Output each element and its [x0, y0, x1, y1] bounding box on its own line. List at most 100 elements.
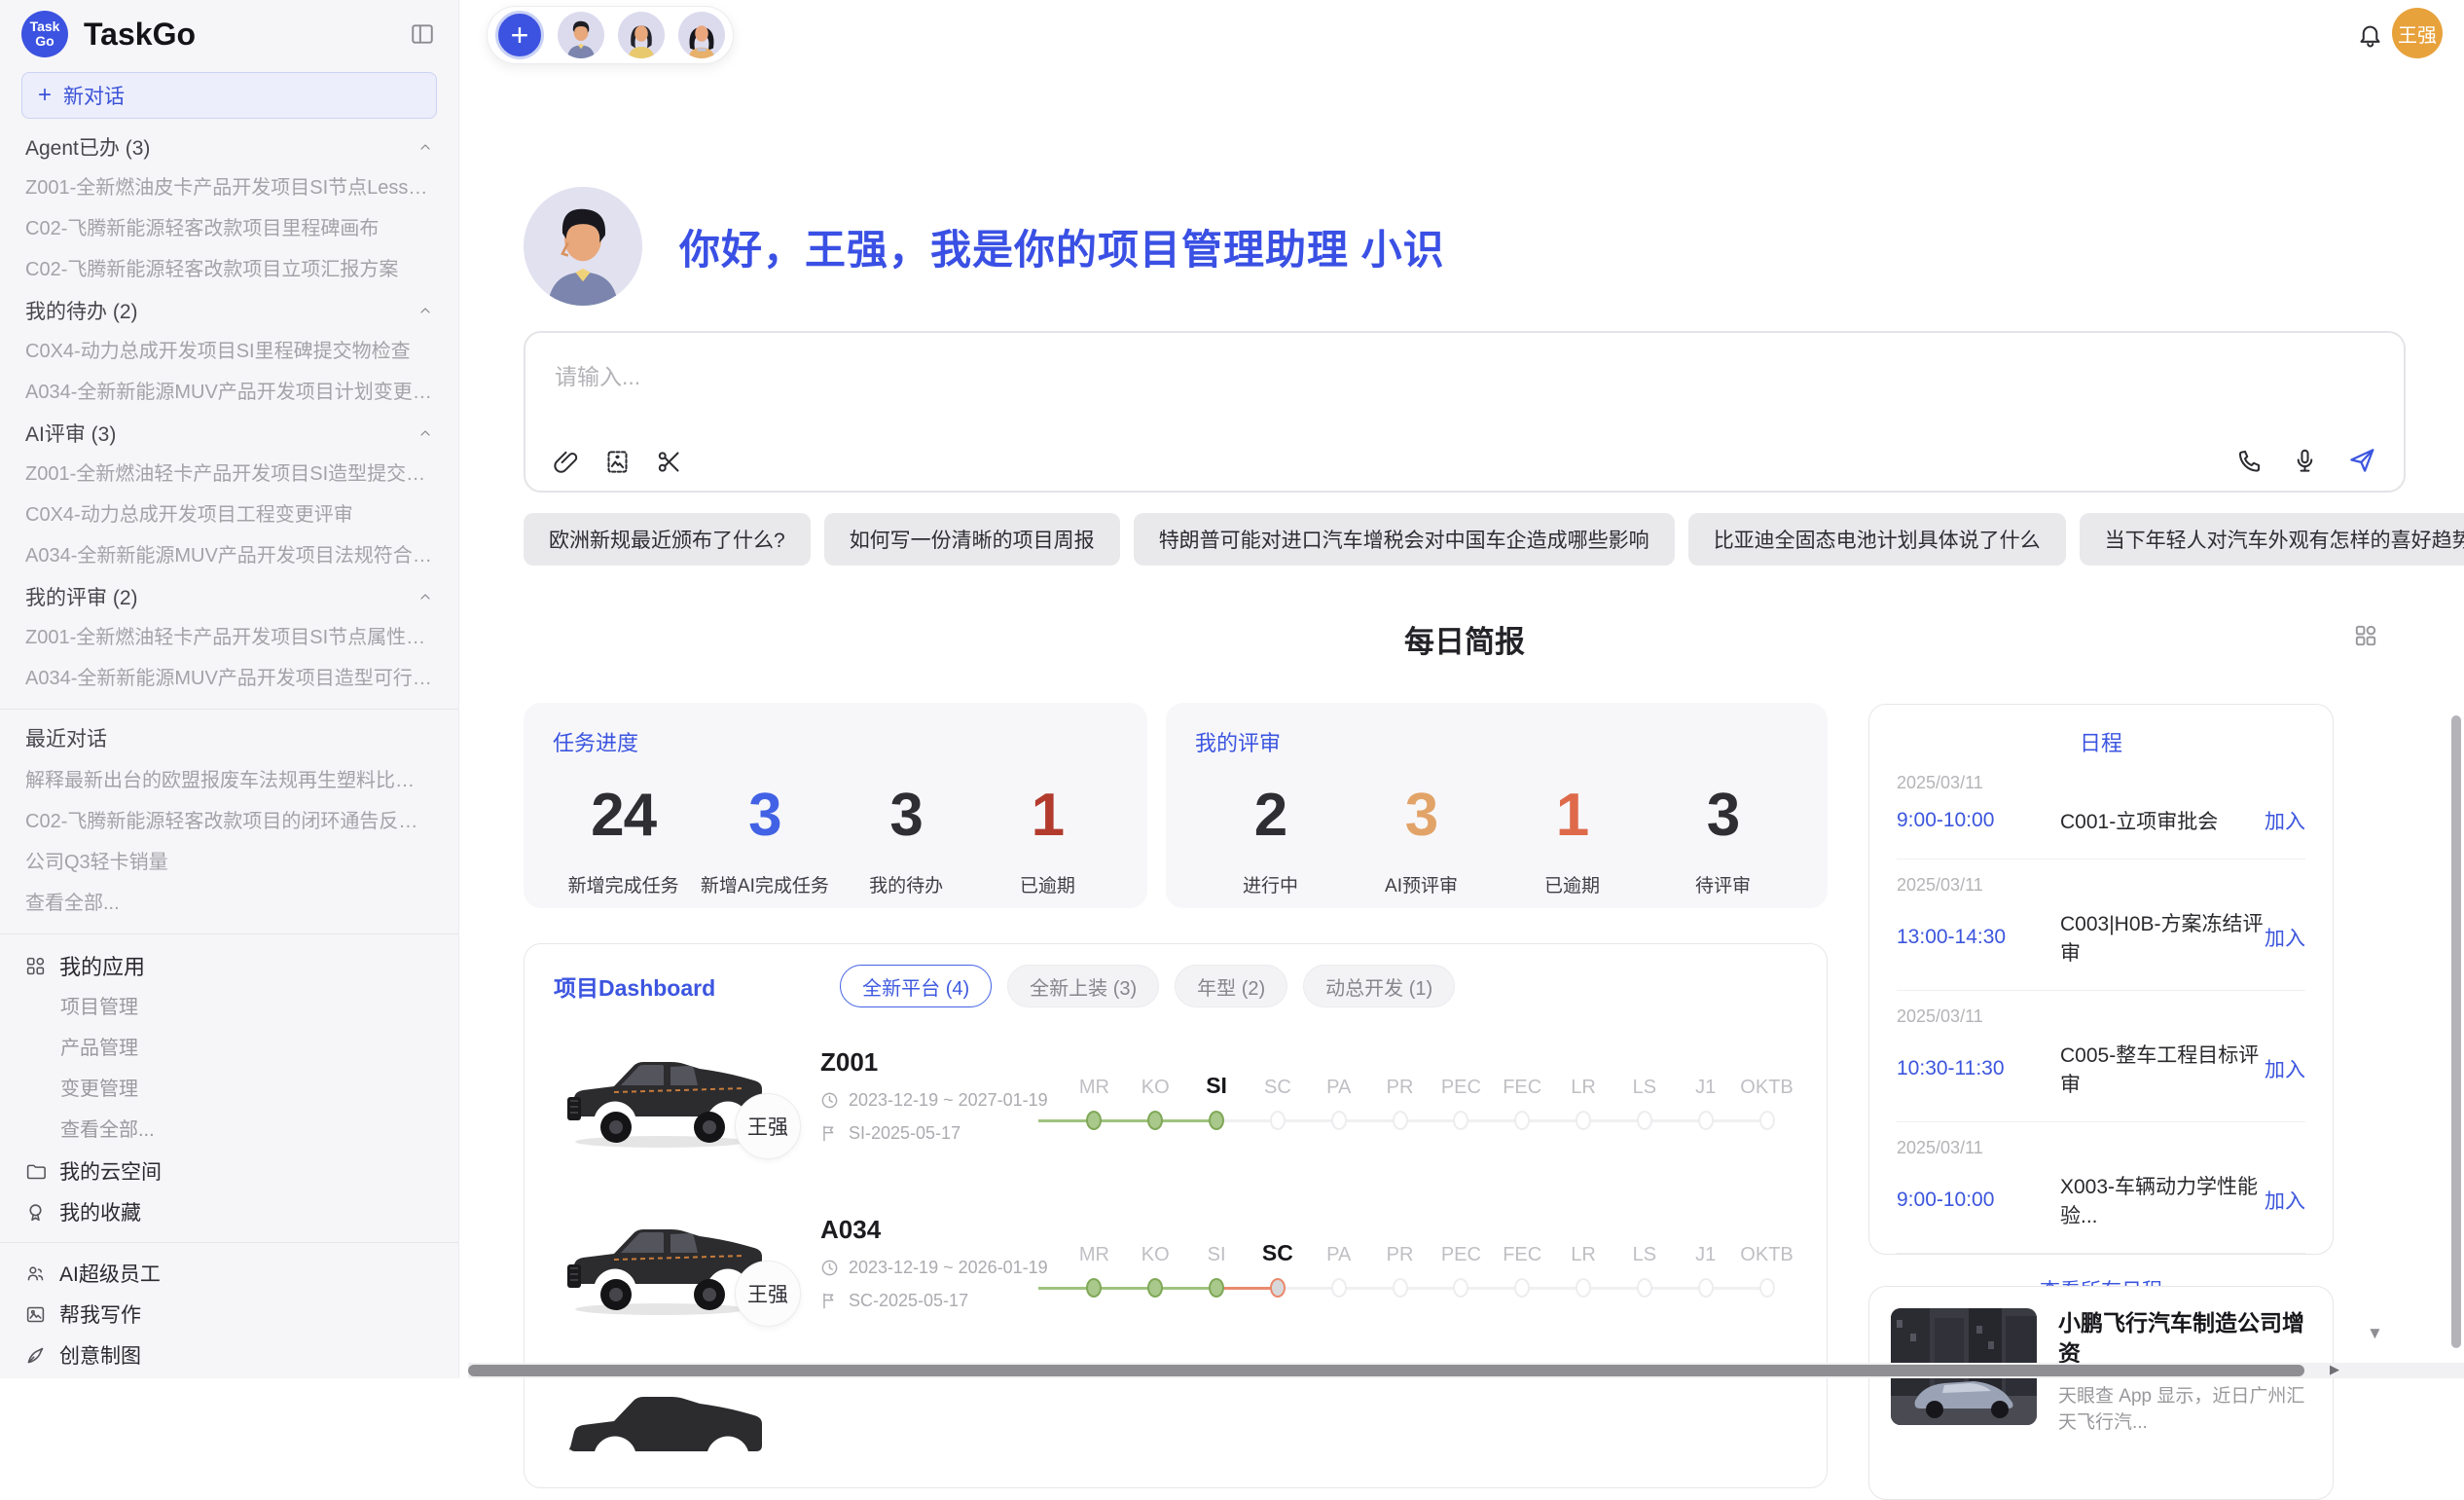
sidebar-item[interactable]: A034-全新新能源MUV产品开发项目计划变更表编写	[0, 372, 458, 413]
sidebar-item[interactable]: C02-飞腾新能源轻客改款项目立项汇报方案	[0, 249, 458, 290]
user-avatar[interactable]: 王强	[2392, 8, 2443, 58]
member-avatar-3[interactable]	[678, 12, 725, 58]
section-title: AI评审 (3)	[25, 419, 116, 448]
stat-label: AI预评审	[1346, 871, 1497, 897]
app-item-product-mgmt[interactable]: 产品管理	[0, 1028, 458, 1069]
image-upload-icon[interactable]	[604, 449, 631, 475]
member-avatar-1[interactable]	[558, 12, 604, 58]
ai-super-staff[interactable]: AI超级员工	[0, 1253, 458, 1294]
my-favorites-label: 我的收藏	[59, 1197, 141, 1226]
suggestion-chip[interactable]: 比亚迪全固态电池计划具体说了什么	[1688, 513, 2066, 566]
suggestion-chip[interactable]: 当下年轻人对汽车外观有怎样的喜好趋势	[2080, 513, 2464, 566]
member-avatar-2[interactable]	[618, 12, 665, 58]
my-cloud-space[interactable]: 我的云空间	[0, 1151, 458, 1191]
my-apps-header[interactable]: 我的应用	[0, 944, 458, 987]
horizontal-scrollbar-thumb[interactable]	[468, 1365, 2304, 1376]
milestone-mr: MR	[1064, 1233, 1125, 1298]
flag-icon	[820, 1292, 839, 1310]
schedule-event-name: C003|H0B-方案冻结评审	[2060, 908, 2265, 967]
tab-powertrain[interactable]: 动总开发 (1)	[1303, 965, 1455, 1007]
add-agent-button[interactable]: +	[495, 11, 544, 59]
schedule-time: 10:30-11:30	[1897, 1057, 2060, 1080]
project-milestone-flag: SI-2025-05-17	[820, 1123, 1064, 1144]
sidebar-collapse-icon[interactable]	[410, 21, 435, 47]
sidebar-item[interactable]: C02-飞腾新能源轻客改款项目里程碑画布	[0, 208, 458, 249]
notifications-bell-icon[interactable]	[2357, 21, 2383, 48]
app-item-project-mgmt[interactable]: 项目管理	[0, 987, 458, 1028]
recent-chat-item[interactable]: 公司Q3轻卡销量	[0, 842, 458, 883]
sidebar-item[interactable]: C0X4-动力总成开发项目工程变更评审	[0, 494, 458, 535]
image-icon	[25, 1304, 46, 1325]
section-my-review[interactable]: 我的评审 (2)	[0, 576, 458, 617]
project-flag-text: SI-2025-05-17	[849, 1123, 960, 1144]
milestone-sc-current: SC	[1247, 1233, 1308, 1298]
tab-new-body[interactable]: 全新上装 (3)	[1007, 965, 1159, 1007]
vertical-scrollbar[interactable]	[2451, 715, 2461, 1348]
sidebar-item[interactable]: Z001-全新燃油轻卡产品开发项目SI造型提交物评审	[0, 454, 458, 494]
suggestion-chip[interactable]: 欧洲新规最近颁布了什么?	[524, 513, 811, 566]
help-me-write[interactable]: 帮我写作	[0, 1294, 458, 1335]
join-button[interactable]: 加入	[2265, 1054, 2305, 1083]
scroll-down-arrow[interactable]: ▼	[2367, 1324, 2383, 1343]
new-chat-button[interactable]: + 新对话	[21, 72, 437, 119]
project-code: Z001	[820, 1047, 1064, 1078]
sidebar-item[interactable]: Z001-全新燃油皮卡产品开发项目SI节点Lesson Learn报告	[0, 167, 458, 208]
divider	[0, 933, 458, 934]
stat-my-todo: 3 我的待办	[836, 781, 977, 897]
app-title: TaskGo	[84, 17, 410, 53]
news-card[interactable]: 小鹏飞行汽车制造公司增资 天眼查 App 显示，近日广州汇天飞行汽...	[1868, 1286, 2334, 1500]
section-ai-review[interactable]: AI评审 (3)	[0, 413, 458, 454]
sidebar-item[interactable]: C0X4-动力总成开发项目SI里程碑提交物检查	[0, 331, 458, 372]
apps-view-all[interactable]: 查看全部...	[0, 1110, 458, 1151]
section-title: Agent已办 (3)	[25, 132, 150, 162]
sidebar-item[interactable]: A034-全新新能源MUV产品开发项目造型可行性评审	[0, 658, 458, 699]
sidebar-item[interactable]: A034-全新新能源MUV产品开发项目法规符合性评审	[0, 535, 458, 576]
creative-drawing[interactable]: 创意制图	[0, 1335, 458, 1375]
sidebar-header: Task Go TaskGo	[0, 0, 458, 58]
tab-model-year[interactable]: 年型 (2)	[1175, 965, 1287, 1007]
clock-icon	[820, 1259, 839, 1277]
sidebar-item[interactable]: Z001-全新燃油轻卡产品开发项目SI节点属性5D文件评审	[0, 617, 458, 658]
logo-text-top: Task	[30, 19, 60, 34]
join-button[interactable]: 加入	[2265, 923, 2305, 952]
section-my-todo[interactable]: 我的待办 (2)	[0, 290, 458, 331]
chat-composer[interactable]: 请输入...	[524, 331, 2406, 493]
app-item-change-mgmt[interactable]: 变更管理	[0, 1069, 458, 1110]
milestone-si: SI	[1186, 1233, 1248, 1298]
tab-new-platform[interactable]: 全新平台 (4)	[840, 965, 992, 1007]
suggestion-chip[interactable]: 如何写一份清晰的项目周报	[824, 513, 1120, 566]
send-icon[interactable]	[2347, 446, 2376, 475]
join-button[interactable]: 加入	[2265, 806, 2305, 835]
project-car	[554, 1372, 787, 1488]
recent-view-all[interactable]: 查看全部...	[0, 883, 458, 924]
phone-call-icon[interactable]	[2236, 448, 2263, 474]
composer-right-tools	[2236, 446, 2376, 475]
stat-label: 已逾期	[977, 871, 1118, 897]
microphone-icon[interactable]	[2292, 448, 2318, 474]
recent-chat-item[interactable]: 解释最新出台的欧盟报废车法规再生塑料比例被调至15%...	[0, 760, 458, 801]
recent-chat-item[interactable]: C02-飞腾新能源轻客改款项目的闭环通告反馈情况	[0, 801, 458, 842]
scroll-right-arrow[interactable]: ▶	[2330, 1362, 2339, 1377]
project-row-a034[interactable]: 王强 A034 2023-12-19 ~ 2026-01-19 SC-2025-…	[554, 1189, 1797, 1335]
schedule-panel: 日程 2025/03/11 9:00-10:00 C001-立项审批会 加入 2…	[1868, 704, 2334, 1255]
project-owner-badge: 王强	[735, 1261, 801, 1327]
new-chat-label: 新对话	[63, 81, 125, 110]
project-flag-text: SC-2025-05-17	[849, 1291, 968, 1311]
scissors-icon[interactable]	[656, 449, 682, 475]
suggestion-chip[interactable]: 特朗普可能对进口汽车增税会对中国车企造成哪些影响	[1134, 513, 1675, 566]
stat-value: 3	[836, 781, 977, 850]
project-owner-badge: 王强	[735, 1093, 801, 1159]
attachment-icon[interactable]	[553, 449, 579, 475]
greeting-title: 你好，王强，我是你的项目管理助理 小识	[679, 217, 1445, 276]
my-favorites[interactable]: 我的收藏	[0, 1191, 458, 1232]
stat-value: 24	[553, 781, 694, 850]
layout-grid-icon[interactable]	[2353, 623, 2378, 648]
schedule-date: 2025/03/11	[1897, 875, 2305, 896]
project-row-z001[interactable]: 王强 Z001 2023-12-19 ~ 2027-01-19 SI-2025-…	[554, 1022, 1797, 1168]
project-dates: 2023-12-19 ~ 2027-01-19	[820, 1090, 1064, 1111]
section-agent-done[interactable]: Agent已办 (3)	[0, 127, 458, 167]
join-button[interactable]: 加入	[2265, 1186, 2305, 1215]
stat-overdue: 1 已逾期	[977, 781, 1118, 897]
task-progress-stats: 24 新增完成任务 3 新增AI完成任务 3 我的待办 1 已逾期	[553, 781, 1118, 897]
project-dates-text: 2023-12-19 ~ 2026-01-19	[849, 1258, 1048, 1278]
